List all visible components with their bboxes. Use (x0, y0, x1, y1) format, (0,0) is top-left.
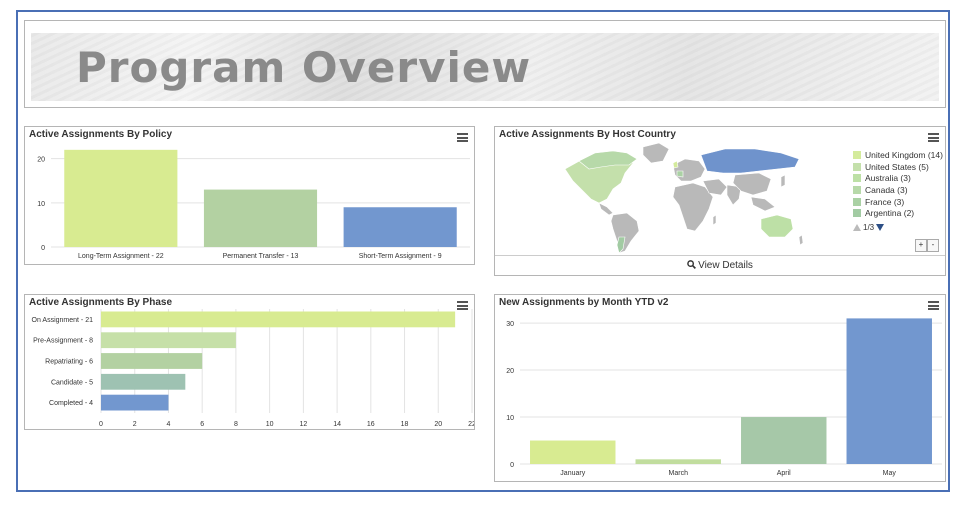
legend-item[interactable]: Canada (3) (853, 184, 943, 196)
phase-x-tick-label: 14 (333, 421, 341, 428)
month-category-label: April (777, 470, 791, 477)
legend-label: France (3) (865, 196, 905, 207)
map-africa (672, 182, 714, 232)
month-chart-panel: New Assignments by Month YTD v2 0 10 20 30 J… (494, 294, 946, 482)
phase-category-label: Repatriating - 6 (45, 359, 93, 366)
banner: Program Overview (24, 20, 946, 108)
map-madagascar (712, 214, 717, 226)
month-bar (741, 417, 827, 464)
pager-up-icon[interactable] (853, 224, 861, 231)
phase-x-tick-label: 0 (99, 421, 103, 428)
phase-x-tick-label: 22 (468, 421, 474, 428)
policy-bar (343, 207, 457, 247)
legend-swatch (853, 185, 861, 194)
legend-label: Australia (3) (865, 173, 911, 184)
legend-label: Argentina (2) (865, 208, 915, 219)
phase-bar (101, 311, 456, 328)
search-icon (687, 260, 697, 269)
month-y-tick-label: 20 (506, 368, 514, 375)
legend-pager: 1/3 (853, 223, 885, 232)
legend-item[interactable]: United Kingdom (14) (853, 149, 943, 161)
month-y-tick-label: 0 (510, 462, 514, 469)
view-details-link[interactable]: View Details (495, 255, 945, 276)
policy-bar (64, 149, 178, 247)
map-zoom-controls: + - (915, 239, 939, 252)
policy-category-label: Long-Term Assignment - 22 (78, 253, 164, 260)
zoom-in-button[interactable]: + (915, 239, 927, 252)
view-details-label: View Details (698, 260, 753, 271)
legend-swatch (853, 162, 861, 171)
phase-chart-panel: Active Assignments By Phase 0 2 4 6 8 10 12 14 1… (24, 294, 475, 430)
legend-swatch (853, 209, 861, 218)
phase-chart: 0 2 4 6 8 10 12 14 16 18 20 22 On Assignment - 21 Pre… (32, 309, 474, 428)
phase-bar (101, 394, 169, 411)
policy-chart-panel: Active Assignments By Policy 0 10 20 Long-T… (24, 126, 475, 265)
phase-bar (101, 373, 186, 390)
country-chart-panel: Active Assignments By Host Country Unite… (494, 126, 946, 276)
legend-swatch (853, 174, 861, 183)
legend-swatch (853, 150, 861, 159)
policy-category-label: Short-Term Assignment - 9 (359, 253, 442, 260)
phase-x-tick-label: 4 (167, 421, 171, 428)
legend-label: United States (5) (865, 161, 929, 172)
month-chart: 0 10 20 30 January March April May (506, 318, 942, 477)
month-bar (635, 459, 721, 464)
page-title: Program Overview (76, 43, 532, 92)
policy-y-tick-label: 0 (41, 245, 45, 252)
map-france (676, 170, 684, 178)
phase-x-tick-label: 12 (299, 421, 307, 428)
legend-item[interactable]: Australia (3) (853, 172, 943, 184)
phase-x-tick-label: 6 (200, 421, 204, 428)
phase-category-label: On Assignment - 21 (32, 317, 94, 324)
policy-y-tick-label: 20 (37, 157, 45, 164)
legend-item[interactable]: Argentina (2) (853, 207, 943, 219)
phase-category-label: Completed - 4 (49, 400, 93, 407)
map-greenland (642, 142, 670, 164)
phase-x-tick-label: 16 (367, 421, 375, 428)
phase-x-tick-label: 20 (434, 421, 442, 428)
map-japan (780, 174, 786, 188)
phase-bar (101, 332, 236, 349)
month-y-tick-label: 10 (506, 415, 514, 422)
map-central-america (598, 202, 614, 216)
legend-swatch (853, 197, 861, 206)
phase-category-label: Pre-Assignment - 8 (33, 338, 93, 345)
map-australia (760, 214, 794, 238)
month-category-label: January (560, 470, 585, 477)
banner-background: Program Overview (31, 33, 939, 101)
phase-x-tick-label: 2 (133, 421, 137, 428)
phase-category-label: Candidate - 5 (51, 379, 93, 386)
map-south-america (610, 212, 640, 254)
month-category-label: March (669, 470, 689, 477)
legend-label: Canada (3) (865, 184, 908, 195)
phase-bar (101, 353, 203, 369)
month-category-label: May (883, 470, 897, 477)
zoom-out-button[interactable]: - (927, 239, 939, 252)
legend-item[interactable]: United States (5) (853, 161, 943, 173)
map-southeast-asia (750, 196, 776, 212)
world-map[interactable] (555, 141, 815, 256)
policy-category-label: Permanent Transfer - 13 (223, 253, 299, 260)
map-uk (672, 160, 679, 169)
country-legend: United Kingdom (14) United States (5) Aust… (853, 149, 943, 219)
pager-down-icon[interactable] (876, 224, 885, 231)
country-chart-menu-icon[interactable] (928, 133, 939, 142)
legend-label: United Kingdom (14) (865, 149, 943, 160)
map-new-zealand (798, 234, 804, 246)
month-y-tick-label: 30 (506, 321, 514, 328)
month-bar (846, 318, 932, 464)
phase-x-tick-label: 18 (401, 421, 409, 428)
policy-bar (203, 189, 318, 247)
map-russia (700, 148, 800, 174)
country-chart-title: Active Assignments By Host Country (499, 129, 676, 140)
phase-x-tick-label: 10 (266, 421, 274, 428)
legend-item[interactable]: France (3) (853, 196, 943, 208)
phase-x-tick-label: 8 (234, 421, 238, 428)
policy-chart: 0 10 20 Long-Term Assignment - 22 Permanent … (37, 149, 470, 260)
pager-label: 1/3 (863, 223, 875, 232)
policy-y-tick-label: 10 (37, 201, 45, 208)
month-bar (530, 440, 616, 464)
map-europe (672, 158, 706, 182)
